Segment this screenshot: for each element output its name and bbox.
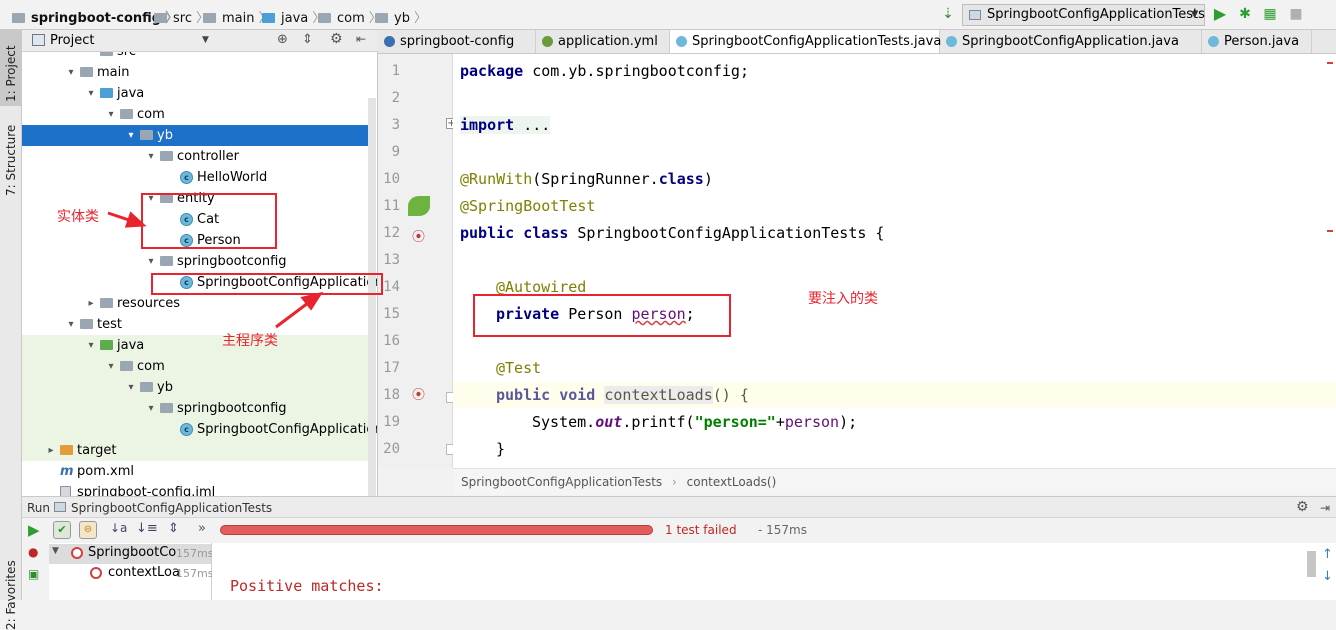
main-class-arrow [275, 291, 324, 329]
entity-arrow [107, 211, 147, 228]
annotation-arrows [107, 211, 324, 329]
